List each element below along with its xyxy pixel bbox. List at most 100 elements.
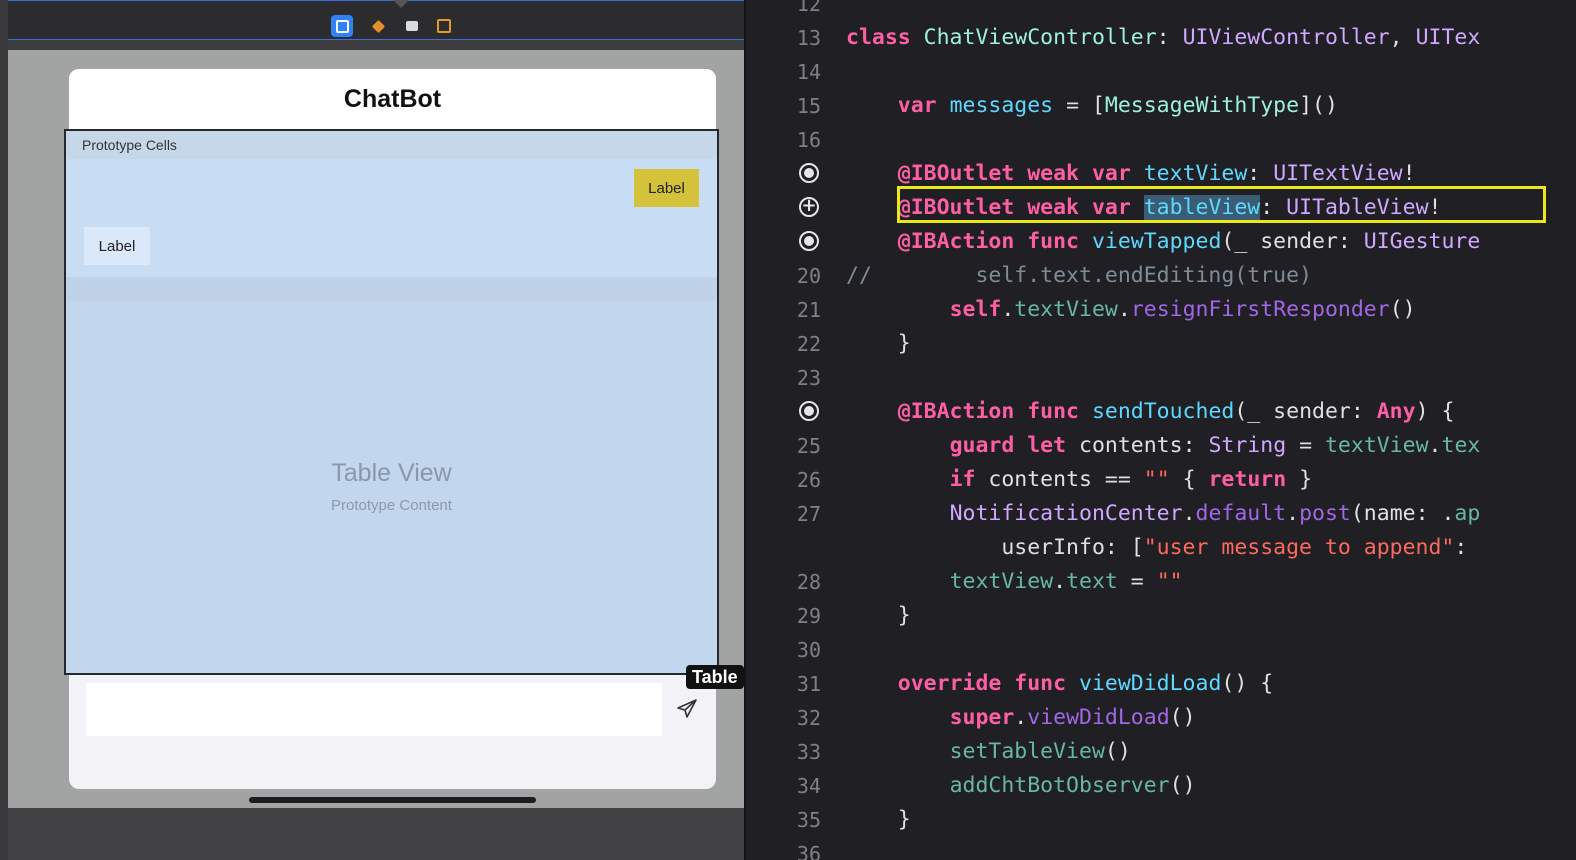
code-line[interactable]: 36 bbox=[746, 837, 1576, 860]
table-view[interactable]: Prototype Cells Label Label Table View P… bbox=[64, 129, 719, 675]
code-token: (_ sender: bbox=[1234, 399, 1377, 424]
code-line[interactable]: 34 addChtBotObserver() bbox=[746, 769, 1576, 803]
first-responder-icon[interactable] bbox=[367, 15, 389, 37]
code-line[interactable]: 15 var messages = [MessageWithType]() bbox=[746, 89, 1576, 123]
outlet-connected-icon[interactable] bbox=[799, 401, 819, 421]
code-line[interactable]: 35 } bbox=[746, 803, 1576, 837]
code-line[interactable]: @IBAction func sendTouched(_ sender: Any… bbox=[746, 395, 1576, 429]
code-token: () bbox=[1389, 297, 1416, 322]
code-token: UIViewController bbox=[1182, 25, 1390, 50]
storyboard-canvas[interactable]: ChatBot Prototype Cells Label Label Tabl… bbox=[0, 0, 746, 860]
code-line[interactable]: 16 bbox=[746, 123, 1576, 157]
code-text: } bbox=[846, 327, 911, 361]
code-line[interactable]: @IBAction func viewTapped(_ sender: UIGe… bbox=[746, 225, 1576, 259]
message-text-view[interactable] bbox=[86, 683, 662, 736]
outlet-connect-icon[interactable] bbox=[799, 195, 819, 217]
code-token: self bbox=[949, 297, 1002, 322]
code-token: UIGesture bbox=[1363, 229, 1481, 254]
line-number: 13 bbox=[796, 26, 821, 50]
code-line[interactable]: 27 NotificationCenter.default.post(name:… bbox=[746, 497, 1576, 531]
code-token: } bbox=[1286, 467, 1313, 492]
code-token: ! bbox=[1402, 161, 1416, 186]
code-text: super.viewDidLoad() bbox=[846, 701, 1196, 735]
line-number: 16 bbox=[796, 128, 821, 152]
code-token: . bbox=[1053, 569, 1067, 594]
code-line[interactable]: 13 class ChatViewController: UIViewContro… bbox=[746, 21, 1576, 55]
code-token: ChatViewController bbox=[923, 25, 1157, 50]
code-text: class ChatViewController: UIViewControll… bbox=[846, 21, 1480, 55]
code-token: : bbox=[1156, 25, 1183, 50]
line-number: 34 bbox=[796, 774, 821, 798]
view-controller-icon[interactable] bbox=[331, 15, 353, 37]
code-line[interactable]: 28 textView.text = "" bbox=[746, 565, 1576, 599]
code-token: ) { bbox=[1415, 399, 1455, 424]
exit-icon[interactable] bbox=[433, 15, 455, 37]
code-line[interactable]: 14 bbox=[746, 55, 1576, 89]
code-line[interactable]: 29 } bbox=[746, 599, 1576, 633]
code-line[interactable]: 12 bbox=[746, 0, 1576, 21]
code-token: (name: . bbox=[1350, 501, 1455, 526]
code-token: @IBAction func bbox=[897, 229, 1092, 254]
line-number: 22 bbox=[796, 332, 821, 356]
code-text: override func viewDidLoad() { bbox=[846, 667, 1273, 701]
prototype-cell-bot[interactable]: Label bbox=[66, 159, 717, 219]
code-line[interactable]: 22 } bbox=[746, 327, 1576, 361]
code-token: viewDidLoad bbox=[1079, 671, 1222, 696]
prototype-cell-user[interactable]: Label bbox=[66, 219, 717, 277]
code-line[interactable]: 21 self.textView.resignFirstResponder() bbox=[746, 293, 1576, 327]
code-line[interactable]: 31 override func viewDidLoad() { bbox=[746, 667, 1576, 701]
code-text: setTableView() bbox=[846, 735, 1131, 769]
code-text: NotificationCenter.default.post(name: .a… bbox=[846, 497, 1481, 531]
code-line[interactable]: 23 bbox=[746, 361, 1576, 395]
code-token: , bbox=[1389, 25, 1416, 50]
cell-label[interactable]: Label bbox=[634, 169, 699, 207]
send-button[interactable] bbox=[675, 697, 699, 721]
line-number: 14 bbox=[796, 60, 821, 84]
code-line[interactable]: 20 // self.text.endEditing(true) bbox=[746, 259, 1576, 293]
code-token: "user message to append" bbox=[1143, 535, 1455, 560]
outlet-connected-icon[interactable] bbox=[799, 231, 819, 251]
code-token: () bbox=[1169, 705, 1196, 730]
code-editor[interactable]: 12 13 class ChatViewController: UIViewCont… bbox=[746, 0, 1576, 860]
line-number: 36 bbox=[796, 842, 821, 860]
cell-separator bbox=[66, 277, 717, 301]
code-line[interactable]: 25 guard let contents: String = textView… bbox=[746, 429, 1576, 463]
code-token: : bbox=[1454, 535, 1468, 560]
code-token: text bbox=[1066, 569, 1118, 594]
home-indicator bbox=[249, 797, 536, 803]
cell-label[interactable]: Label bbox=[84, 227, 150, 265]
code-token: ]() bbox=[1299, 93, 1338, 118]
line-number: 15 bbox=[796, 94, 821, 118]
code-token: . bbox=[1014, 705, 1028, 730]
code-line[interactable]: 26 if contents == "" { return } bbox=[746, 463, 1576, 497]
nav-title: ChatBot bbox=[343, 84, 442, 113]
code-token: NotificationCenter bbox=[949, 501, 1183, 526]
line-number: 28 bbox=[796, 570, 821, 594]
code-token: (_ sender: bbox=[1221, 229, 1364, 254]
code-text: textView.text = "" bbox=[846, 565, 1183, 599]
code-line[interactable]: userInfo: ["user message to append": bbox=[746, 531, 1576, 565]
code-text: addChtBotObserver() bbox=[846, 769, 1196, 803]
code-text: // self.text.endEditing(true) bbox=[846, 259, 1312, 293]
code-token: () { bbox=[1221, 671, 1274, 696]
code-token: () bbox=[1104, 739, 1131, 764]
code-token: @IBOutlet weak var bbox=[897, 161, 1144, 186]
code-line[interactable]: 33 setTableView() bbox=[746, 735, 1576, 769]
code-token: = [ bbox=[1053, 93, 1105, 118]
code-token: tex bbox=[1441, 433, 1481, 458]
nav-bar[interactable]: ChatBot bbox=[69, 69, 716, 129]
code-token: . bbox=[1117, 297, 1131, 322]
code-line[interactable]: 32 super.viewDidLoad() bbox=[746, 701, 1576, 735]
outlet-connected-icon[interactable] bbox=[799, 163, 819, 183]
code-text: userInfo: ["user message to append": bbox=[846, 531, 1467, 565]
code-token: } bbox=[846, 807, 911, 832]
code-text: if contents == "" { return } bbox=[846, 463, 1312, 497]
line-number: 33 bbox=[796, 740, 821, 764]
code-line[interactable]: 30 bbox=[746, 633, 1576, 667]
storyboard-object-icon[interactable] bbox=[401, 15, 423, 37]
